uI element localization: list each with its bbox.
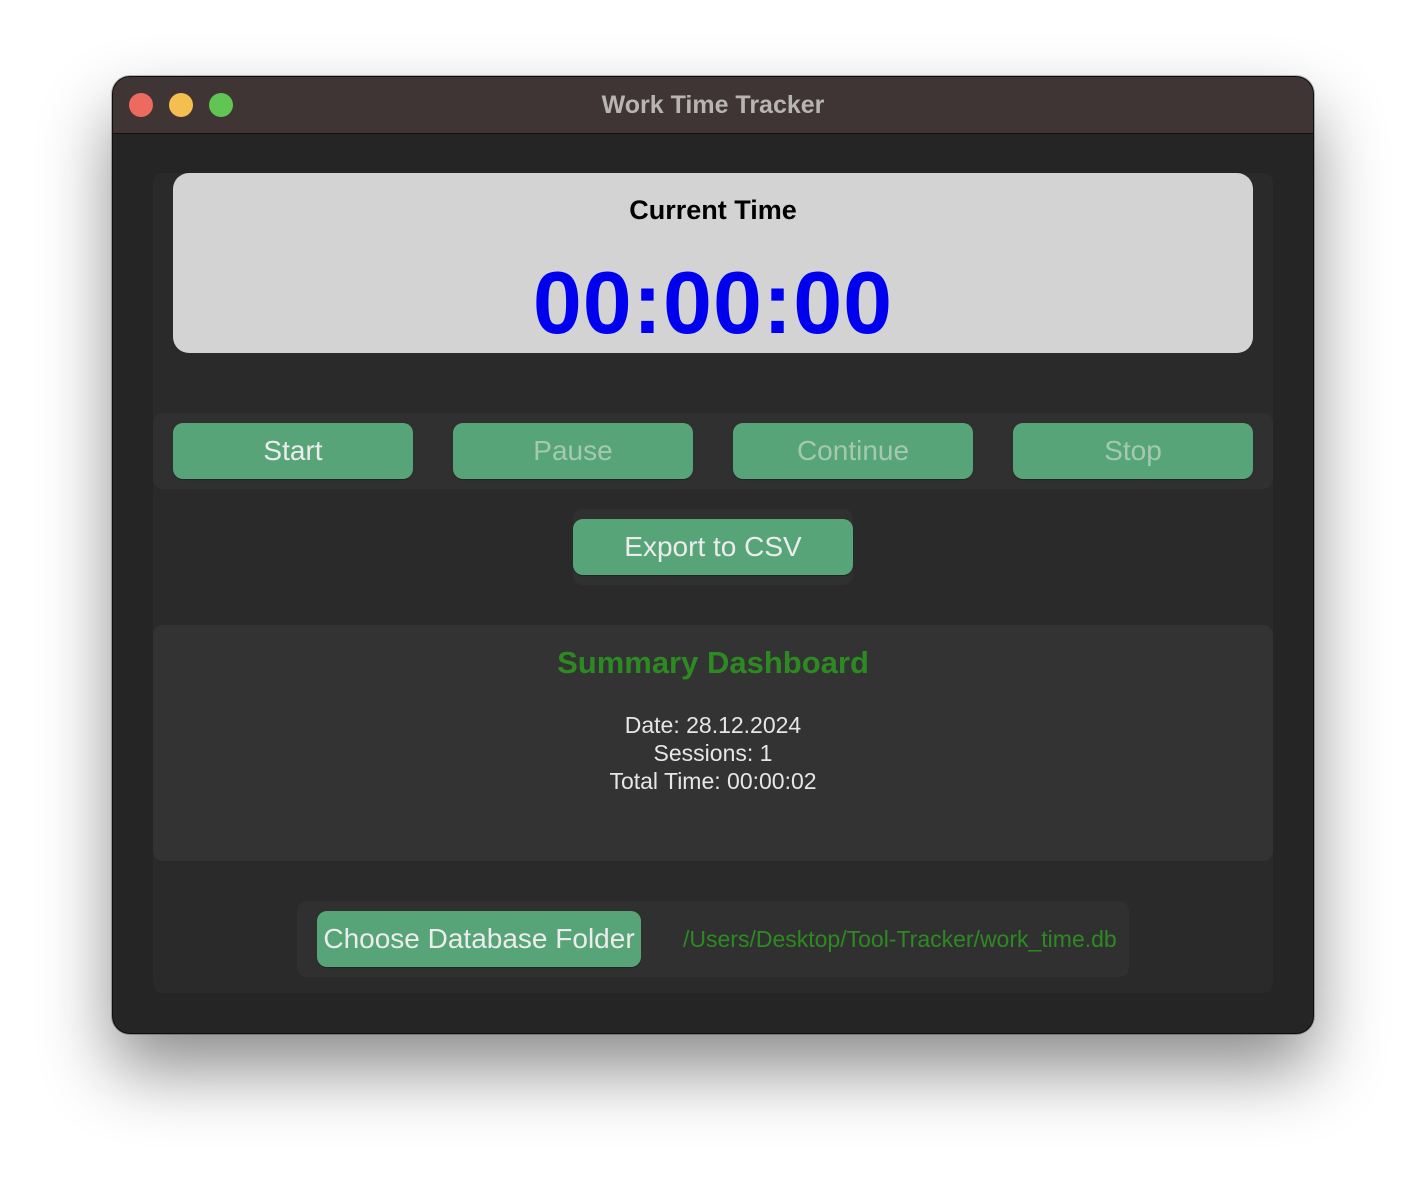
main-panel: Current Time 00:00:00 Start Pause Contin…: [153, 173, 1273, 993]
summary-sessions: Sessions: 1: [653, 740, 773, 766]
pause-button[interactable]: Pause: [453, 423, 693, 479]
current-time-card: Current Time 00:00:00: [173, 173, 1253, 353]
export-container: Export to CSV: [573, 509, 853, 585]
window-title: Work Time Tracker: [601, 91, 825, 119]
start-button[interactable]: Start: [173, 423, 413, 479]
export-csv-button[interactable]: Export to CSV: [573, 519, 853, 575]
app-window: Work Time Tracker Current Time 00:00:00 …: [112, 76, 1314, 1034]
summary-title: Summary Dashboard: [557, 645, 869, 680]
choose-database-folder-button[interactable]: Choose Database Folder: [317, 911, 641, 967]
summary-dashboard: Summary Dashboard Date: 28.12.2024 Sessi…: [153, 625, 1273, 861]
continue-button[interactable]: Continue: [733, 423, 973, 479]
timer-controls: Start Pause Continue Stop: [153, 413, 1273, 489]
stop-button[interactable]: Stop: [1013, 423, 1253, 479]
summary-date: Date: 28.12.2024: [624, 712, 802, 738]
summary-total-time: Total Time: 00:00:02: [609, 768, 817, 794]
title-bar[interactable]: Work Time Tracker: [113, 77, 1313, 134]
current-time-label: Current Time: [629, 195, 797, 225]
summary-details: Date: 28.12.2024 Sessions: 1 Total Time:…: [153, 711, 1273, 795]
timer-display: 00:00:00: [532, 253, 894, 352]
database-path: /Users/Desktop/Tool-Tracker/work_time.db: [683, 926, 1117, 952]
database-container: Choose Database Folder /Users/Desktop/To…: [297, 901, 1129, 977]
